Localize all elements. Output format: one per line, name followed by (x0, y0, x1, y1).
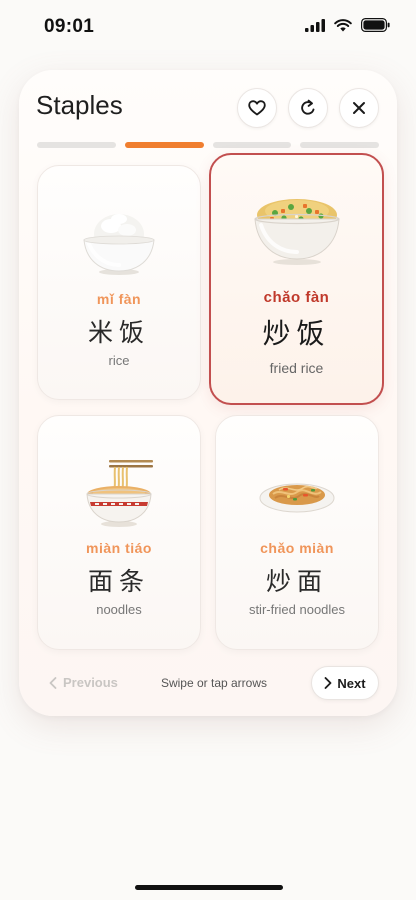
vocab-card-stir-fried-noodles[interactable]: chǎo miàn 炒面 stir-fried noodles (215, 415, 379, 650)
progress-bar (37, 142, 379, 148)
progress-segment (212, 142, 292, 148)
card-meaning: stir-fried noodles (248, 602, 346, 617)
rice-bowl-icon (83, 214, 155, 275)
refresh-button[interactable] (288, 88, 328, 128)
close-button[interactable] (339, 88, 379, 128)
status-bar: 09:01 (0, 0, 416, 54)
card-meaning: noodles (96, 602, 142, 617)
card-meaning: fried rice (269, 360, 324, 376)
status-time: 09:01 (44, 16, 95, 37)
flashcard-panel: Staples mǐ fàn 米饭 rice chǎo fàn 炒饭 fried… (19, 70, 397, 716)
close-icon (353, 102, 365, 114)
card-pinyin: chǎo miàn (260, 540, 334, 556)
card-pinyin: miàn tiáo (86, 540, 152, 556)
card-hanzi: 面条 (87, 567, 150, 596)
cellular-signal-icon (305, 18, 325, 32)
previous-button[interactable]: Previous (49, 675, 118, 690)
next-label: Next (337, 675, 366, 691)
card-pinyin: chǎo fàn (263, 289, 330, 306)
progress-segment (37, 142, 116, 148)
next-button[interactable]: Next (311, 666, 379, 700)
refresh-icon (301, 99, 315, 115)
vocab-card-noodles[interactable]: miàn tiáo 面条 noodles (37, 415, 201, 650)
card-hanzi: 炒饭 (262, 317, 331, 350)
progress-segment-current (124, 142, 204, 148)
vocab-card-rice[interactable]: mǐ fàn 米饭 rice (37, 165, 201, 400)
vocab-card-fried-rice[interactable]: chǎo fàn 炒饭 fried rice (209, 153, 384, 405)
chevron-right-icon (325, 677, 332, 689)
favorite-button[interactable] (237, 88, 277, 128)
battery-icon (361, 18, 390, 32)
fried-rice-bowl-icon (253, 199, 340, 265)
wifi-icon (334, 18, 352, 31)
noodle-bowl-icon (86, 460, 153, 527)
swipe-hint: Swipe or tap arrows (160, 676, 268, 690)
card-pinyin: mǐ fàn (96, 291, 142, 307)
card-meaning: rice (108, 353, 130, 368)
stir-fried-noodles-plate-icon (259, 483, 335, 513)
progress-segment (300, 142, 379, 148)
heart-icon (248, 100, 266, 116)
home-indicator[interactable] (135, 885, 283, 890)
chevron-left-icon (49, 676, 57, 689)
card-hanzi: 炒面 (265, 567, 328, 596)
card-hanzi: 米饭 (87, 318, 150, 347)
page-title: Staples (36, 90, 123, 120)
previous-label: Previous (63, 675, 118, 690)
status-icons (305, 18, 390, 32)
